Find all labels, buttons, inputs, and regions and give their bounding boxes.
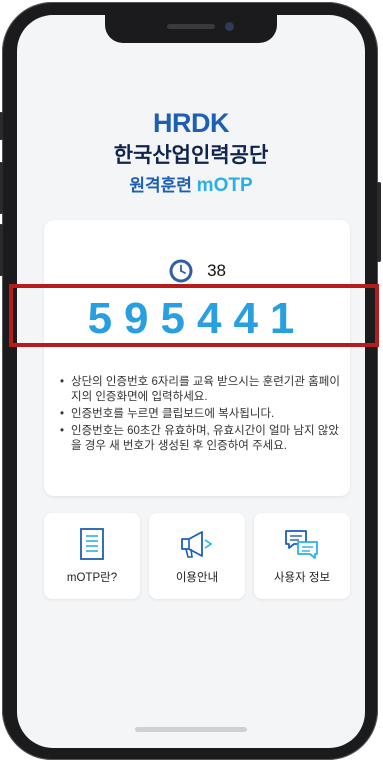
megaphone-icon [181, 531, 213, 558]
document-icon [80, 528, 104, 560]
volume-down-button [0, 224, 3, 276]
countdown-timer: 38 [44, 258, 350, 284]
app-title-prefix: 원격훈련 [129, 176, 197, 195]
speaker-grille [167, 24, 215, 29]
menu-tile-usage-guide[interactable]: 이용안내 [149, 513, 245, 599]
front-camera [225, 22, 234, 31]
instruction-item: 인증번호를 누르면 클립보드에 복사됩니다. [60, 407, 344, 422]
volume-up-button [0, 162, 3, 214]
instructions-list: 상단의 인증번호 6자리를 교육 받으시는 훈련기관 홈페이지의 인증화면에 입… [60, 375, 344, 456]
app-title: 원격훈련 mOTP [17, 171, 365, 197]
silent-switch [0, 112, 3, 140]
power-button [377, 182, 381, 262]
menu-tile-label: 이용안내 [175, 572, 219, 584]
menu-tile-label: 사용자 정보 [273, 572, 331, 584]
otp-highlight-box [9, 284, 379, 347]
home-indicator [135, 727, 247, 732]
organization-name: 한국산업인력공단 [113, 144, 269, 167]
menu-tile-motp-info[interactable]: mOTP란? [44, 513, 140, 599]
menu-tile-user-info[interactable]: 사용자 정보 [254, 513, 350, 599]
app-screen: HRDK 한국산업인력공단 원격훈련 mOTP 38 595441 상단의 인증… [17, 15, 365, 748]
instruction-item: 인증번호는 60초간 유효하며, 유효시간이 얼마 남지 않았을 경우 새 번호… [60, 424, 344, 454]
seconds-remaining: 38 [207, 261, 226, 280]
otp-card: 38 595441 상단의 인증번호 6자리를 교육 받으시는 훈련기관 홈페이… [44, 220, 350, 496]
clock-icon [168, 258, 194, 284]
menu-tile-label: mOTP란? [66, 572, 118, 584]
hrdk-logo: HRDK [153, 108, 230, 138]
instruction-item: 상단의 인증번호 6자리를 교육 받으시는 훈련기관 홈페이지의 인증화면에 입… [60, 375, 344, 405]
chat-icon [285, 530, 318, 559]
app-title-accent: mOTP [196, 175, 253, 196]
menu-tiles: mOTP란? 이용안내 사용자 정보 [44, 513, 350, 599]
phone-notch [105, 15, 277, 43]
